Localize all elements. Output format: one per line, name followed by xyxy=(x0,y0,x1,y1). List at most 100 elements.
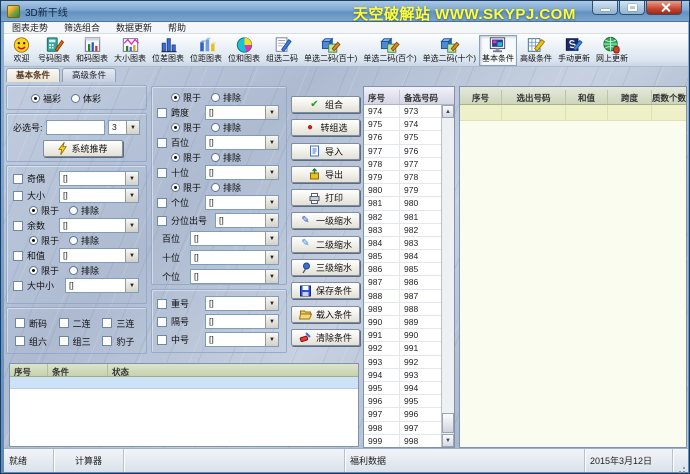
toolbar-basic-condition[interactable]: 基本条件 xyxy=(479,35,517,66)
toolbar-number-chart[interactable]: 号码图表 xyxy=(35,35,73,66)
chevron-down-icon[interactable] xyxy=(265,136,278,149)
toolbar-gap-chart[interactable]: 位距图表 xyxy=(187,35,225,66)
scroll-up-icon[interactable] xyxy=(442,105,454,118)
units-exclude-radio[interactable] xyxy=(211,183,220,192)
candidate-row[interactable]: 988 987 xyxy=(364,290,441,303)
toolbar-group-two-code[interactable]: 组选二码 xyxy=(263,35,301,66)
odd-even-checkbox[interactable] xyxy=(13,174,23,184)
chevron-down-icon[interactable] xyxy=(125,172,138,185)
big-mid-small-select[interactable]: [] xyxy=(65,278,139,293)
result-selected-row[interactable] xyxy=(460,105,686,121)
chevron-down-icon[interactable] xyxy=(125,189,138,202)
candidate-row[interactable]: 994 993 xyxy=(364,369,441,382)
required-number-input[interactable] xyxy=(46,120,105,135)
tab-basic-condition[interactable]: 基本条件 xyxy=(6,68,60,82)
group-six-checkbox[interactable] xyxy=(15,336,25,346)
toolbar-online-update[interactable]: 网上更新 xyxy=(593,35,631,66)
chevron-down-icon[interactable] xyxy=(265,333,278,346)
remainder-select[interactable]: [] xyxy=(59,218,139,233)
units-select[interactable]: [] xyxy=(205,195,279,210)
toolbar-diff-chart[interactable]: 位差图表 xyxy=(149,35,187,66)
toolbar-single-two-code-bs[interactable]: 单选二码(百十) xyxy=(301,35,360,66)
tens-limit-radio[interactable] xyxy=(171,153,180,162)
condition-selected-row[interactable] xyxy=(10,377,358,389)
chevron-down-icon[interactable] xyxy=(125,279,138,292)
span-select[interactable]: [] xyxy=(205,105,279,120)
candidate-row[interactable]: 990 989 xyxy=(364,316,441,329)
chevron-down-icon[interactable] xyxy=(265,251,278,264)
skip-number-select[interactable]: [] xyxy=(205,314,279,329)
menu-filter-combine[interactable]: 筛选组合 xyxy=(56,21,108,34)
chevron-down-icon[interactable] xyxy=(265,166,278,179)
chevron-down-icon[interactable] xyxy=(125,219,138,232)
candidate-row[interactable]: 991 990 xyxy=(364,329,441,342)
candidate-row[interactable]: 977 976 xyxy=(364,145,441,158)
two-consecutive-checkbox[interactable] xyxy=(59,318,69,328)
sum-value-exclude-radio[interactable] xyxy=(69,266,78,275)
position-number-checkbox[interactable] xyxy=(157,216,167,226)
hundreds-exclude-radio[interactable] xyxy=(211,123,220,132)
second-level-filter-button[interactable]: ✎二级缩水 xyxy=(291,236,360,253)
candidate-row[interactable]: 978 977 xyxy=(364,158,441,171)
minimize-button[interactable] xyxy=(592,1,618,15)
break-code-checkbox[interactable] xyxy=(15,318,25,328)
span-checkbox[interactable] xyxy=(157,108,167,118)
candidate-row[interactable]: 979 978 xyxy=(364,171,441,184)
candidate-row[interactable]: 984 983 xyxy=(364,237,441,250)
chevron-down-icon[interactable] xyxy=(265,196,278,209)
big-small-checkbox[interactable] xyxy=(13,191,23,201)
clear-condition-button[interactable]: 清除条件 xyxy=(291,329,360,346)
middle-number-select[interactable]: [] xyxy=(205,332,279,347)
fucai-radio[interactable] xyxy=(31,94,40,103)
import-button[interactable]: 导入 xyxy=(291,143,360,160)
chevron-down-icon[interactable] xyxy=(265,232,278,245)
third-level-filter-button[interactable]: 三级缩水 xyxy=(291,259,360,276)
toolbar-manual-update[interactable]: 手动更新 xyxy=(555,35,593,66)
chevron-down-icon[interactable] xyxy=(265,315,278,328)
candidate-row[interactable]: 985 984 xyxy=(364,250,441,263)
three-consecutive-checkbox[interactable] xyxy=(102,318,112,328)
export-button[interactable]: 导出 xyxy=(291,166,360,183)
candidate-row[interactable]: 980 979 xyxy=(364,184,441,197)
candidate-row[interactable]: 975 974 xyxy=(364,118,441,131)
units-checkbox[interactable] xyxy=(157,198,167,208)
chevron-down-icon[interactable] xyxy=(126,121,139,134)
sum-value-limit-radio[interactable] xyxy=(29,266,38,275)
candidate-row[interactable]: 993 992 xyxy=(364,356,441,369)
group-three-checkbox[interactable] xyxy=(59,336,69,346)
toolbar-sum-pie-chart[interactable]: 位和图表 xyxy=(225,35,263,66)
span-exclude-radio[interactable] xyxy=(211,93,220,102)
repeat-number-checkbox[interactable] xyxy=(157,299,167,309)
candidate-row[interactable]: 995 994 xyxy=(364,382,441,395)
required-count-select[interactable]: 3 xyxy=(108,120,140,135)
candidate-row[interactable]: 999 998 xyxy=(364,435,441,447)
odd-even-select[interactable]: [] xyxy=(59,171,139,186)
pos-units-select[interactable]: [] xyxy=(190,269,279,284)
resize-grip[interactable] xyxy=(673,449,688,472)
remainder-exclude-radio[interactable] xyxy=(69,236,78,245)
triple-checkbox[interactable] xyxy=(102,336,112,346)
tens-exclude-radio[interactable] xyxy=(211,153,220,162)
candidate-row[interactable]: 997 996 xyxy=(364,408,441,421)
toolbar-single-two-code-tg[interactable]: 单选二码(十个) xyxy=(420,35,479,66)
chevron-down-icon[interactable] xyxy=(265,297,278,310)
repeat-number-select[interactable]: [] xyxy=(205,296,279,311)
candidate-row[interactable]: 987 986 xyxy=(364,276,441,289)
maximize-button[interactable] xyxy=(619,1,645,15)
big-small-exclude-radio[interactable] xyxy=(69,206,78,215)
hundreds-select[interactable]: [] xyxy=(205,135,279,150)
print-button[interactable]: 打印 xyxy=(291,189,360,206)
big-small-limit-radio[interactable] xyxy=(29,206,38,215)
toolbar-advanced-condition[interactable]: 高级条件 xyxy=(517,35,555,66)
hundreds-checkbox[interactable] xyxy=(157,138,167,148)
scroll-thumb[interactable] xyxy=(442,413,454,433)
system-recommend-button[interactable]: 系统推荐 xyxy=(43,140,123,157)
candidate-scrollbar[interactable] xyxy=(441,105,454,447)
menu-help[interactable]: 帮助 xyxy=(160,21,194,34)
chevron-down-icon[interactable] xyxy=(265,106,278,119)
middle-number-checkbox[interactable] xyxy=(157,335,167,345)
candidate-row[interactable]: 981 980 xyxy=(364,197,441,210)
candidate-row[interactable]: 986 985 xyxy=(364,263,441,276)
toolbar-single-two-code-bg[interactable]: 单选二码(百个) xyxy=(360,35,419,66)
save-condition-button[interactable]: 保存条件 xyxy=(291,282,360,299)
